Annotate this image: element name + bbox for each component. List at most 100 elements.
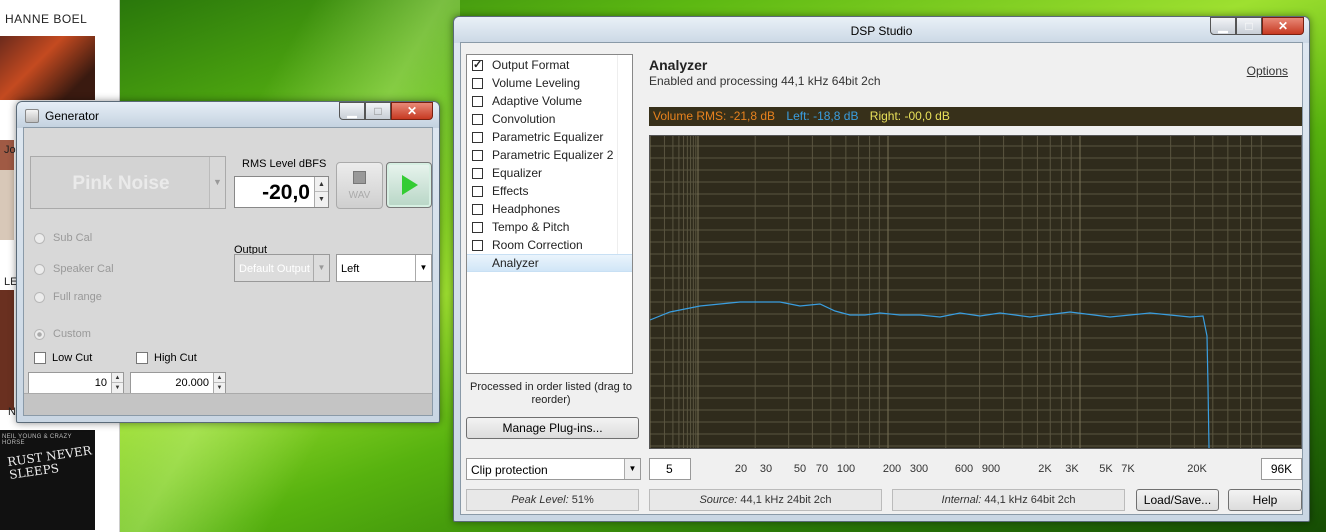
- chevron-down-icon[interactable]: ▼: [415, 255, 431, 281]
- spectrum-plot: [649, 136, 1301, 449]
- rms-level-input[interactable]: -20,0 ▲ ▼: [234, 176, 329, 208]
- chevron-down-icon[interactable]: ▼: [624, 459, 640, 479]
- album-title: HANNE BOEL: [5, 12, 88, 26]
- checkbox-icon[interactable]: [472, 131, 483, 143]
- plugin-item[interactable]: Tempo & Pitch: [467, 218, 632, 236]
- min-frequency-input[interactable]: 5: [649, 458, 691, 480]
- plugin-label: Room Correction: [492, 238, 583, 252]
- low-cut-input[interactable]: 10 ▲ ▼: [28, 372, 124, 394]
- checkbox-icon[interactable]: [472, 221, 483, 233]
- low-cut-checkbox[interactable]: Low Cut: [34, 352, 92, 364]
- plugin-item[interactable]: Parametric Equalizer: [467, 128, 632, 146]
- options-link[interactable]: Options: [1247, 64, 1288, 78]
- close-button[interactable]: ✕: [391, 102, 433, 120]
- album-name: RUST NEVER SLEEPS: [6, 443, 93, 482]
- generator-titlebar[interactable]: Generator ▁ □ ✕: [17, 102, 439, 128]
- plugin-item[interactable]: Equalizer: [467, 164, 632, 182]
- maximize-button[interactable]: □: [365, 102, 391, 120]
- checkbox-icon[interactable]: [472, 149, 483, 161]
- load-save-button[interactable]: Load/Save...: [1136, 489, 1219, 511]
- radio-selected-icon[interactable]: [34, 328, 45, 340]
- peak-level-value: 51%: [571, 494, 594, 506]
- spin-down-icon[interactable]: ▼: [315, 192, 328, 207]
- plugin-label: Headphones: [492, 202, 561, 216]
- checkbox-icon[interactable]: [472, 95, 483, 107]
- order-note: Processed in order listed (drag to reord…: [469, 381, 633, 406]
- max-frequency-input[interactable]: 96K: [1261, 458, 1302, 480]
- plugin-list[interactable]: Output Format Volume Leveling Adaptive Vol…: [466, 54, 633, 374]
- checkbox-icon[interactable]: [136, 352, 148, 364]
- radio-custom[interactable]: Custom: [34, 328, 91, 340]
- minimize-button[interactable]: ▁: [339, 102, 365, 120]
- radio-icon[interactable]: [34, 263, 45, 275]
- checkbox-icon[interactable]: [472, 58, 483, 71]
- frequency-tick-label: 900: [981, 463, 1001, 475]
- maximize-button[interactable]: □: [1236, 17, 1262, 35]
- radio-icon[interactable]: [34, 291, 45, 303]
- plugin-item-analyzer[interactable]: Analyzer: [467, 254, 632, 272]
- clip-protection-select[interactable]: Clip protection ▼: [466, 458, 641, 480]
- plugin-item[interactable]: Room Correction: [467, 236, 632, 254]
- minimize-button[interactable]: ▁: [1210, 17, 1236, 35]
- spin-up-icon[interactable]: ▲: [112, 373, 123, 383]
- album-cover[interactable]: [0, 36, 95, 100]
- noise-type-select[interactable]: Pink Noise ▼: [30, 156, 226, 209]
- spin-down-icon[interactable]: ▼: [112, 383, 123, 393]
- plugin-item[interactable]: Convolution: [467, 110, 632, 128]
- channel-select[interactable]: Left ▼: [336, 254, 432, 282]
- frequency-tick-label: 200: [882, 463, 902, 475]
- plugin-item[interactable]: Adaptive Volume: [467, 92, 632, 110]
- peak-level-label: Peak Level:: [511, 494, 569, 506]
- source-label: Source:: [699, 494, 738, 506]
- wav-button[interactable]: WAV: [336, 162, 383, 209]
- checkbox-icon[interactable]: [472, 203, 483, 215]
- high-cut-checkbox[interactable]: High Cut: [136, 352, 197, 364]
- analyzer-subtitle: Enabled and processing 44,1 kHz 64bit 2c…: [649, 74, 881, 88]
- play-button[interactable]: [386, 162, 432, 208]
- radio-speaker-cal[interactable]: Speaker Cal: [34, 263, 114, 275]
- plugin-label: Output Format: [492, 58, 570, 72]
- plugin-item[interactable]: Output Format: [467, 56, 632, 74]
- peak-level-status: Peak Level: 51%: [466, 489, 639, 511]
- radio-icon[interactable]: [34, 232, 45, 244]
- spectrum-analyzer: [649, 135, 1302, 449]
- generator-window: Generator ▁ □ ✕ Pink Noise ▼ RMS Level d…: [16, 101, 440, 423]
- window-title: DSP Studio: [850, 24, 913, 38]
- spin-up-icon[interactable]: ▲: [315, 177, 328, 192]
- frequency-tick-label: 300: [909, 463, 929, 475]
- high-cut-input[interactable]: 20.000 ▲ ▼: [130, 372, 226, 394]
- checkbox-icon[interactable]: [472, 167, 483, 179]
- album-label: N: [8, 406, 16, 418]
- plugin-item[interactable]: Volume Leveling: [467, 74, 632, 92]
- plugin-item[interactable]: Headphones: [467, 200, 632, 218]
- close-button[interactable]: ✕: [1262, 17, 1304, 35]
- plugin-label: Equalizer: [492, 166, 543, 180]
- channel-value: Left: [341, 263, 360, 275]
- checkbox-icon[interactable]: [34, 352, 46, 364]
- album-cover-partial[interactable]: [0, 290, 14, 410]
- internal-value: 44,1 kHz 64bit 2ch: [984, 494, 1076, 506]
- manage-plugins-button[interactable]: Manage Plug-ins...: [466, 417, 639, 439]
- volume-right: Right: -00,0 dB: [869, 109, 950, 123]
- radio-sub-cal[interactable]: Sub Cal: [34, 232, 92, 244]
- album-cover-rust-never-sleeps[interactable]: NEIL YOUNG & CRAZY HORSE RUST NEVER SLEE…: [0, 430, 95, 530]
- output-device-select[interactable]: Default Output ▼: [234, 254, 330, 282]
- volume-left: Left: -18,8 dB: [786, 109, 859, 123]
- plugin-item[interactable]: Effects: [467, 182, 632, 200]
- clip-protection-value: Clip protection: [471, 463, 548, 477]
- chevron-down-icon[interactable]: ▼: [313, 255, 329, 281]
- album-cover-partial[interactable]: [0, 170, 14, 240]
- plugin-item[interactable]: Parametric Equalizer 2: [467, 146, 632, 164]
- checkbox-icon[interactable]: [472, 77, 483, 89]
- plugin-label: Adaptive Volume: [492, 94, 583, 108]
- radio-full-range[interactable]: Full range: [34, 291, 102, 303]
- checkbox-icon[interactable]: [472, 185, 483, 197]
- chevron-down-icon[interactable]: ▼: [209, 157, 225, 208]
- spin-down-icon[interactable]: ▼: [214, 383, 225, 393]
- spin-up-icon[interactable]: ▲: [214, 373, 225, 383]
- checkbox-icon[interactable]: [472, 239, 483, 251]
- checkbox-icon[interactable]: [472, 113, 483, 125]
- noise-type-value: Pink Noise: [72, 173, 170, 194]
- dsp-titlebar[interactable]: DSP Studio ▁ □ ✕: [454, 17, 1309, 43]
- help-button[interactable]: Help: [1228, 489, 1302, 511]
